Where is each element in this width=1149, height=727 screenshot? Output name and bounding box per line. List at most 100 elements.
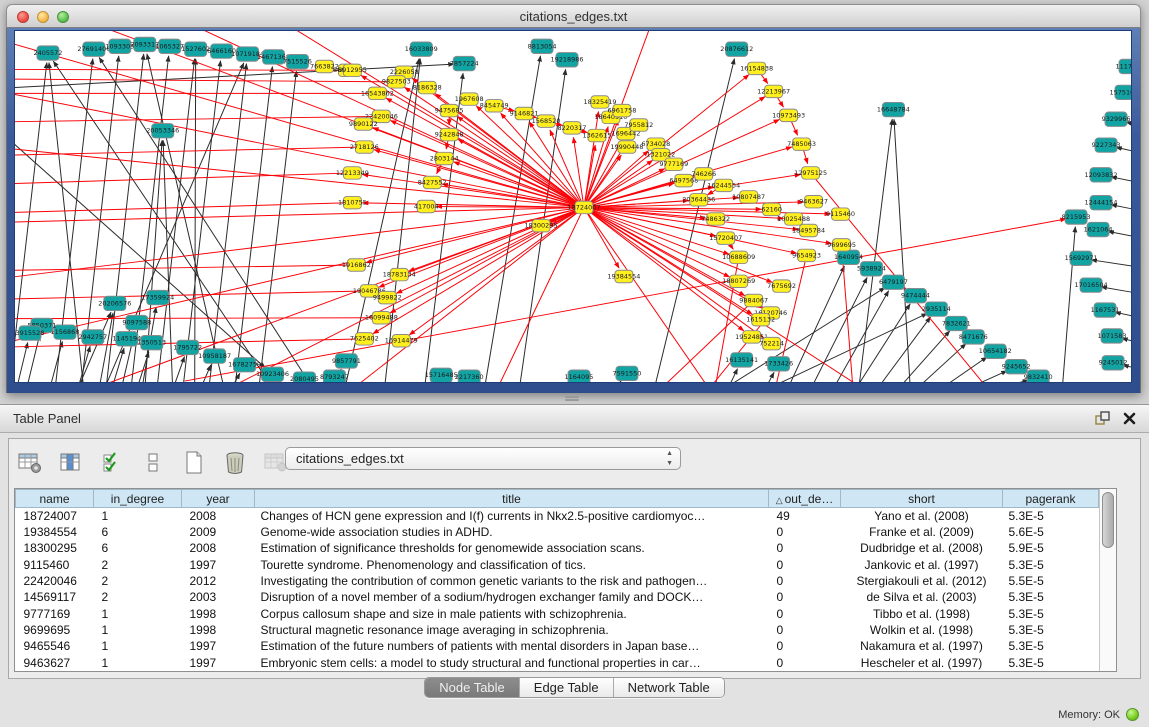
- show-columns-icon[interactable]: [58, 450, 84, 476]
- cell-in_degree[interactable]: 1: [94, 655, 182, 671]
- cell-short[interactable]: de Silva et al. (2003): [841, 589, 1003, 605]
- select-rows-icon[interactable]: [99, 450, 125, 476]
- cell-pagerank[interactable]: 5.3E-5: [1003, 589, 1099, 605]
- cell-title[interactable]: Disruption of a novel member of a sodium…: [255, 589, 769, 605]
- cell-year[interactable]: 1997: [182, 557, 255, 573]
- cell-short[interactable]: Franke et al. (2009): [841, 524, 1003, 540]
- table-row[interactable]: 2242004622012Investigating the contribut…: [16, 573, 1099, 589]
- cell-pagerank[interactable]: 5.5E-5: [1003, 573, 1099, 589]
- cell-year[interactable]: 1997: [182, 638, 255, 654]
- cell-name[interactable]: 9465546: [16, 638, 94, 654]
- cell-name[interactable]: 18724007: [16, 508, 94, 524]
- table-row[interactable]: 911546021997Tourette syndrome. Phenomeno…: [16, 557, 1099, 573]
- column-header-pagerank[interactable]: pagerank: [1003, 490, 1099, 508]
- table-rows-icon[interactable]: [140, 450, 166, 476]
- cell-in_degree[interactable]: 1: [94, 508, 182, 524]
- column-header-title[interactable]: title: [255, 490, 769, 508]
- cell-in_degree[interactable]: 1: [94, 606, 182, 622]
- tab-node-table[interactable]: Node Table: [425, 678, 520, 697]
- table-row[interactable]: 1830029562008Estimation of significance …: [16, 540, 1099, 556]
- cell-name[interactable]: 9777169: [16, 606, 94, 622]
- cell-name[interactable]: 9699695: [16, 622, 94, 638]
- column-header-out_de[interactable]: △out_de…: [769, 490, 841, 508]
- cell-name[interactable]: 19384554: [16, 524, 94, 540]
- float-panel-icon[interactable]: [1094, 410, 1110, 426]
- cell-in_degree[interactable]: 6: [94, 540, 182, 556]
- cell-out_degree[interactable]: 0: [769, 524, 841, 540]
- cell-out_degree[interactable]: 0: [769, 573, 841, 589]
- delete-columns-icon[interactable]: [222, 450, 248, 476]
- cell-short[interactable]: Hescheler et al. (1997): [841, 655, 1003, 671]
- cell-title[interactable]: Changes of HCN gene expression and I(f) …: [255, 508, 769, 524]
- table-row[interactable]: 1872400712008Changes of HCN gene express…: [16, 508, 1099, 524]
- cell-title[interactable]: Genome-wide association studies in ADHD.: [255, 524, 769, 540]
- cell-pagerank[interactable]: 5.3E-5: [1003, 557, 1099, 573]
- cell-pagerank[interactable]: 5.6E-5: [1003, 524, 1099, 540]
- table-row[interactable]: 969969511998Structural magnetic resonanc…: [16, 622, 1099, 638]
- cell-name[interactable]: 18300295: [16, 540, 94, 556]
- cell-title[interactable]: Structural magnetic resonance image aver…: [255, 622, 769, 638]
- cell-out_degree[interactable]: 0: [769, 606, 841, 622]
- cell-year[interactable]: 1997: [182, 655, 255, 671]
- cell-name[interactable]: 22420046: [16, 573, 94, 589]
- cell-title[interactable]: Embryonic stem cells: a model to study s…: [255, 655, 769, 671]
- cell-pagerank[interactable]: 5.9E-5: [1003, 540, 1099, 556]
- cell-out_degree[interactable]: 0: [769, 622, 841, 638]
- cell-in_degree[interactable]: 6: [94, 524, 182, 540]
- column-header-name[interactable]: name: [16, 490, 94, 508]
- cell-in_degree[interactable]: 1: [94, 622, 182, 638]
- minimize-window-icon[interactable]: [37, 11, 49, 23]
- close-panel-icon[interactable]: [1122, 411, 1137, 426]
- cell-pagerank[interactable]: 5.3E-5: [1003, 508, 1099, 524]
- memory-ok-icon[interactable]: [1126, 708, 1139, 721]
- network-table-select[interactable]: citations_edges.txt ▲▼: [285, 447, 681, 470]
- cell-short[interactable]: Nakamura et al. (1997): [841, 638, 1003, 654]
- table-row[interactable]: 946554611997Estimation of the future num…: [16, 638, 1099, 654]
- window-titlebar[interactable]: citations_edges.txt: [6, 4, 1141, 28]
- cell-out_degree[interactable]: 0: [769, 557, 841, 573]
- table-row[interactable]: 977716911998Corpus callosum shape and si…: [16, 606, 1099, 622]
- cell-out_degree[interactable]: 0: [769, 589, 841, 605]
- tab-network-table[interactable]: Network Table: [614, 678, 724, 697]
- table-scrollbar[interactable]: [1099, 489, 1116, 671]
- cell-year[interactable]: 2008: [182, 540, 255, 556]
- cell-year[interactable]: 1998: [182, 622, 255, 638]
- cell-in_degree[interactable]: 2: [94, 573, 182, 589]
- cell-short[interactable]: Tibbo et al. (1998): [841, 606, 1003, 622]
- table-mode-icon[interactable]: [17, 450, 43, 476]
- cell-out_degree[interactable]: 0: [769, 655, 841, 671]
- cell-title[interactable]: Estimation of significance thresholds fo…: [255, 540, 769, 556]
- cell-short[interactable]: Yano et al. (2008): [841, 508, 1003, 524]
- cell-short[interactable]: Wolkin et al. (1998): [841, 622, 1003, 638]
- cell-short[interactable]: Stergiakouli et al. (2012): [841, 573, 1003, 589]
- cell-in_degree[interactable]: 2: [94, 557, 182, 573]
- cell-name[interactable]: 9463627: [16, 655, 94, 671]
- panel-divider-handle[interactable]: [563, 395, 581, 402]
- cell-year[interactable]: 2009: [182, 524, 255, 540]
- cell-out_degree[interactable]: 49: [769, 508, 841, 524]
- cell-short[interactable]: Dudbridge et al. (2008): [841, 540, 1003, 556]
- zoom-window-icon[interactable]: [57, 11, 69, 23]
- cell-year[interactable]: 2003: [182, 589, 255, 605]
- network-canvas[interactable]: 2405572276914061093303209331710653271527…: [14, 30, 1132, 383]
- table-row[interactable]: 1938455462009Genome-wide association stu…: [16, 524, 1099, 540]
- cell-title[interactable]: Estimation of the future numbers of pati…: [255, 638, 769, 654]
- cell-pagerank[interactable]: 5.3E-5: [1003, 606, 1099, 622]
- cell-title[interactable]: Corpus callosum shape and size in male p…: [255, 606, 769, 622]
- cell-title[interactable]: Investigating the contribution of common…: [255, 573, 769, 589]
- cell-pagerank[interactable]: 5.3E-5: [1003, 638, 1099, 654]
- cell-title[interactable]: Tourette syndrome. Phenomenology and cla…: [255, 557, 769, 573]
- cell-name[interactable]: 14569117: [16, 589, 94, 605]
- table-row[interactable]: 1456911722003Disruption of a novel membe…: [16, 589, 1099, 605]
- cell-year[interactable]: 2012: [182, 573, 255, 589]
- cell-in_degree[interactable]: 1: [94, 638, 182, 654]
- table-row[interactable]: 946362711997Embryonic stem cells: a mode…: [16, 655, 1099, 671]
- cell-name[interactable]: 9115460: [16, 557, 94, 573]
- cell-pagerank[interactable]: 5.3E-5: [1003, 655, 1099, 671]
- create-column-icon[interactable]: [181, 450, 207, 476]
- cell-out_degree[interactable]: 0: [769, 540, 841, 556]
- cell-out_degree[interactable]: 0: [769, 638, 841, 654]
- table-scrollbar-thumb[interactable]: [1102, 492, 1114, 548]
- cell-year[interactable]: 1998: [182, 606, 255, 622]
- cell-in_degree[interactable]: 2: [94, 589, 182, 605]
